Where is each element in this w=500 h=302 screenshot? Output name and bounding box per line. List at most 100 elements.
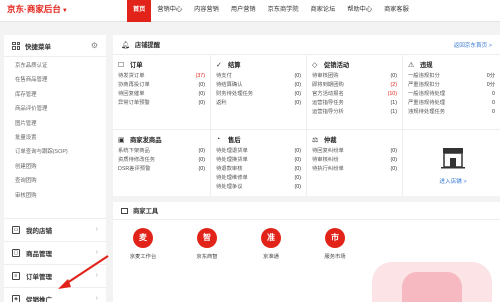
block-title: 售后 [228, 137, 241, 144]
reminder-row[interactable]: 异常订单预警 (0) [118, 99, 205, 108]
reminder-row[interactable]: 即将到期团购 (2) [312, 81, 397, 90]
reminder-row[interactable]: 待执行纠纷单 (0) [312, 165, 397, 174]
sidebar-item-label: 我的店铺 [26, 227, 52, 235]
quick-link[interactable]: 审核团购 [15, 189, 106, 203]
tool-jingzhuntong[interactable]: 准 京准通 [251, 228, 291, 260]
back-to-jd-home-link[interactable]: 返回京东首页 > [454, 41, 492, 49]
reminder-row[interactable]: 待处理换货单 (0) [216, 156, 301, 165]
shangzhi-icon: 智 [197, 228, 217, 248]
merchant-tools-panel: 商家工具 麦 京麦工作台 智 京东商智 准 京准通 市 服务市场 [113, 202, 500, 302]
chevron-right-icon: › [95, 226, 98, 233]
reminder-row[interactable]: 违规待处理任务 0 [408, 108, 495, 117]
quick-link[interactable]: 查询团购 [15, 174, 106, 188]
decorative-illustration-inner [402, 272, 462, 302]
box-icon: ▢ [12, 248, 20, 257]
jingmai-icon: 麦 [133, 228, 153, 248]
gear-icon[interactable]: ⚙ [91, 41, 98, 50]
brand-logo[interactable]: 京东·商家后台▼ [7, 3, 68, 15]
violation-block: ⚠ 违规 一般违规扣分 0分 严重违规扣分 0分 一般违规待处理 0 严重违规待处理 0 … [403, 55, 500, 130]
reminder-row[interactable]: 待支付 (0) [216, 72, 301, 81]
nav-content-marketing[interactable]: 内容营销 [188, 0, 225, 22]
top-bar: 京东·商家后台▼ 首页 营销中心 内容营销 用户营销 京东商学院 商家论坛 帮助… [0, 0, 500, 22]
tool-jd-shangzhi[interactable]: 智 京东商智 [187, 228, 227, 260]
reminder-row[interactable]: DSR差评预警 (0) [118, 165, 205, 174]
merchant-products-block: ▣ 商家发商品 系统下架商品 (0) 资质待修改任务 (0) DSR差评预警 (0) [113, 130, 211, 196]
nav-user-marketing[interactable]: 用户营销 [225, 0, 262, 22]
nav-service[interactable]: 商家客服 [378, 0, 415, 22]
reminder-row[interactable]: 官方活动报名 (10) [312, 90, 397, 99]
enter-store-link[interactable]: 进入店铺 > [423, 177, 483, 185]
nav-academy[interactable]: 京东商学院 [262, 0, 305, 22]
quick-menu-list: 京东品质认证 在售商品管理 库存管理 商品评价管理 图片管理 批量设置 订单查询… [4, 57, 106, 203]
reminder-row[interactable]: 待处理退货单 (0) [216, 147, 301, 156]
sidebar-item-label: 订单管理 [26, 273, 52, 281]
quick-link[interactable]: 订单查询与跟踪(SOP) [15, 145, 106, 159]
block-title: 促销活动 [324, 62, 350, 69]
reminder-row[interactable]: 待审核纠纷 (0) [312, 156, 397, 165]
block-title: 仲裁 [324, 137, 337, 144]
reminder-row[interactable]: 待处理争议 (0) [216, 183, 301, 192]
quick-menu-title: 快捷菜单 [25, 43, 51, 51]
reminder-row[interactable]: 协商再投订单 (0) [118, 81, 205, 90]
bell-icon: 🔔︎ [121, 41, 130, 49]
order-icon: ≡ [12, 271, 20, 280]
enter-store[interactable]: 进入店铺 > [423, 143, 483, 185]
quick-link[interactable]: 商品评价管理 [15, 102, 106, 116]
reminder-row[interactable]: 待结算确认 (0) [216, 81, 301, 90]
block-title: 结算 [228, 62, 241, 69]
reminder-row[interactable]: 运营指导分析 (1) [312, 108, 397, 117]
nav-home[interactable]: 首页 [127, 0, 152, 22]
sidebar-item-products[interactable]: ▢ 商品管理 › [4, 241, 106, 263]
reminder-row[interactable]: 返利 (0) [216, 99, 301, 108]
reminder-row[interactable]: 资质待修改任务 (0) [118, 156, 205, 165]
reminder-row[interactable]: 严重违规待处理 0 [408, 99, 495, 108]
reminder-row[interactable]: 待回复纠纷单 (0) [312, 147, 397, 156]
arbitration-block: ⚖ 仲裁 待回复纠纷单 (0) 待审核纠纷 (0) 待执行纠纷单 (0) [307, 130, 403, 196]
toolbox-icon [121, 207, 128, 214]
reminder-row[interactable]: 待发货订单 (37) [118, 72, 205, 81]
reminder-row[interactable]: 待处理维修单 (0) [216, 174, 301, 183]
reminder-row[interactable]: 待回复催单 (0) [118, 90, 205, 99]
quick-link[interactable]: 创建团购 [15, 160, 106, 174]
chevron-down-icon[interactable]: ▼ [62, 8, 68, 14]
after-sales-block: ◔ 售后 待处理退货单 (0) 待处理换货单 (0) 待退款审核 (0) 待处理维修单(… [211, 130, 307, 196]
settlement-block: ✓ 结算 待支付 (0) 待结算确认 (0) 财务待处理任务 (0) 返利 (0) [211, 55, 307, 130]
reminder-row[interactable]: 待审核团购 (0) [312, 72, 397, 81]
reminder-row[interactable]: 一般违规扣分 0分 [408, 72, 495, 81]
promotion-icon: ◈ [12, 294, 20, 302]
nav-marketing[interactable]: 营销中心 [151, 0, 188, 22]
tool-label: 服务市场 [324, 254, 346, 260]
sidebar-item-promotion[interactable]: ◈ 促销推广 › [4, 287, 106, 302]
quick-menu-header: 快捷菜单 ⚙ [4, 35, 106, 57]
clock-icon: ◔ [216, 136, 221, 143]
tool-label: 京准通 [263, 254, 279, 260]
reminder-row[interactable]: 一般违规待处理 0 [408, 90, 495, 99]
nav-help[interactable]: 帮助中心 [341, 0, 378, 22]
check-icon: ✓ [216, 61, 222, 69]
reminder-row[interactable]: 运营指导任务 (1) [312, 99, 397, 108]
block-title: 商家发商品 [130, 137, 162, 144]
quick-link[interactable]: 库存管理 [15, 88, 106, 102]
sidebar-item-orders[interactable]: ≡ 订单管理 › [4, 264, 106, 286]
tool-service-market[interactable]: 市 服务市场 [315, 228, 355, 260]
quick-link[interactable]: 图片管理 [15, 117, 106, 131]
reminder-row[interactable]: 财务待处理任务 (0) [216, 90, 301, 99]
tool-jingmai-workbench[interactable]: 麦 京麦工作台 [123, 228, 163, 260]
sidebar-item-my-store[interactable]: ▭ 我的店铺 › [4, 218, 106, 240]
block-title: 违规 [420, 62, 433, 69]
jingzhuntong-icon: 准 [261, 228, 281, 248]
product-icon: ▣ [118, 136, 125, 144]
chevron-right-icon: › [95, 295, 98, 302]
quick-link[interactable]: 在售商品管理 [15, 73, 106, 87]
panel-header: 🔔︎ 店铺提醒 返回京东首页 > [113, 35, 500, 55]
order-icon: ☐ [118, 61, 125, 69]
nav-forum[interactable]: 商家论坛 [305, 0, 342, 22]
reminder-row[interactable]: 系统下架商品 (0) [118, 147, 205, 156]
store-icon: ▭ [12, 225, 20, 234]
quick-link[interactable]: 京东品质认证 [15, 59, 106, 73]
reminder-row[interactable]: 严重违规扣分 0分 [408, 81, 495, 90]
quick-link[interactable]: 批量设置 [15, 131, 106, 145]
chevron-right-icon: › [95, 272, 98, 279]
reminder-row[interactable]: 待退款审核 (0) [216, 165, 301, 174]
main-nav: 首页 营销中心 内容营销 用户营销 京东商学院 商家论坛 帮助中心 商家客服 [127, 0, 415, 22]
